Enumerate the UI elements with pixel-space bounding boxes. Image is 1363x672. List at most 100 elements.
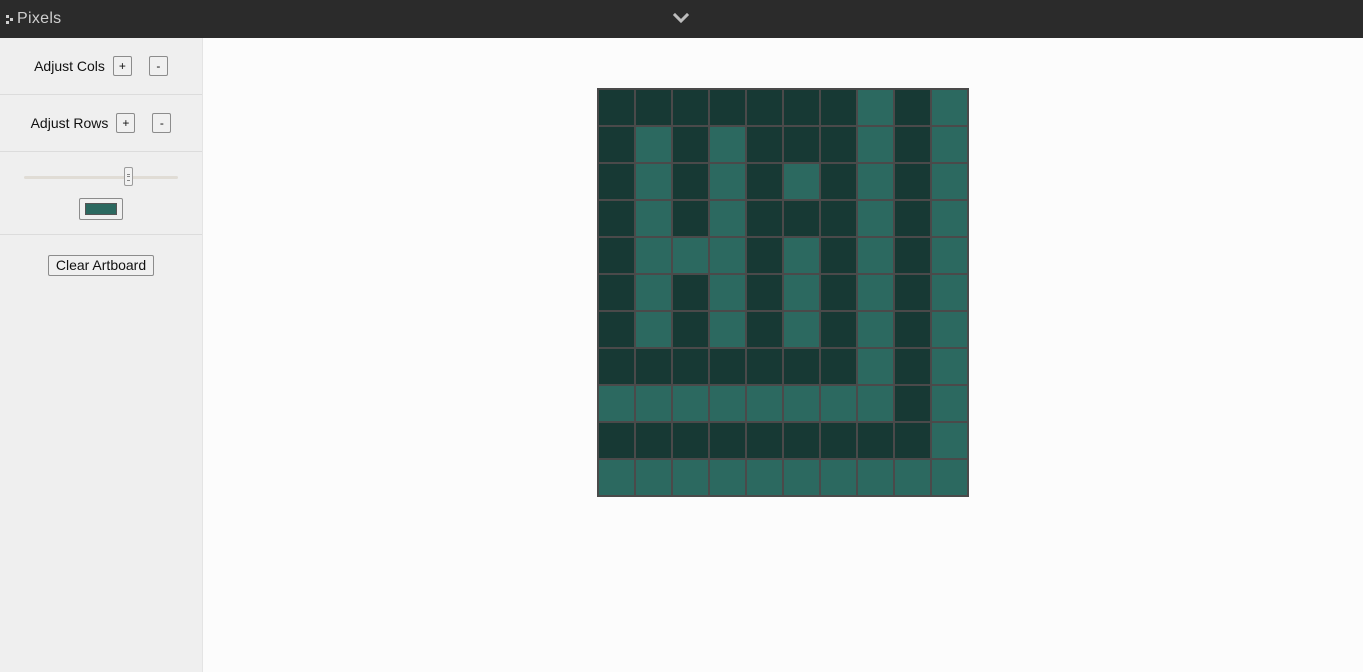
pixel-cell[interactable] — [636, 201, 671, 236]
pixel-cell[interactable] — [747, 164, 782, 199]
pixel-cell[interactable] — [895, 201, 930, 236]
pixel-cell[interactable] — [895, 386, 930, 421]
pixel-cell[interactable] — [858, 164, 893, 199]
clear-artboard-button[interactable]: Clear Artboard — [47, 254, 155, 276]
pixel-cell[interactable] — [932, 164, 967, 199]
pixel-cell[interactable] — [673, 238, 708, 273]
pixel-cell[interactable] — [599, 460, 634, 495]
pixel-cell[interactable] — [895, 238, 930, 273]
pixel-cell[interactable] — [895, 164, 930, 199]
pixel-cell[interactable] — [858, 460, 893, 495]
pixel-cell[interactable] — [858, 90, 893, 125]
pixel-cell[interactable] — [784, 127, 819, 162]
pixel-cell[interactable] — [710, 275, 745, 310]
pixel-cell[interactable] — [747, 386, 782, 421]
artboard[interactable] — [597, 88, 969, 497]
pixel-cell[interactable] — [673, 275, 708, 310]
pixel-cell[interactable] — [932, 275, 967, 310]
pixel-cell[interactable] — [710, 238, 745, 273]
pixel-cell[interactable] — [784, 238, 819, 273]
pixel-cell[interactable] — [932, 238, 967, 273]
pixel-cell[interactable] — [821, 460, 856, 495]
pixel-cell[interactable] — [784, 423, 819, 458]
pixel-cell[interactable] — [932, 349, 967, 384]
pixel-cell[interactable] — [747, 312, 782, 347]
pixel-cell[interactable] — [673, 90, 708, 125]
pixel-cell[interactable] — [599, 90, 634, 125]
pixel-cell[interactable] — [747, 275, 782, 310]
pixel-cell[interactable] — [599, 275, 634, 310]
pixel-cell[interactable] — [895, 460, 930, 495]
pixel-cell[interactable] — [784, 275, 819, 310]
pixel-cell[interactable] — [895, 127, 930, 162]
size-slider[interactable] — [24, 167, 178, 187]
pixel-cell[interactable] — [858, 423, 893, 458]
pixel-cell[interactable] — [599, 312, 634, 347]
pixel-cell[interactable] — [636, 349, 671, 384]
pixel-cell[interactable] — [599, 386, 634, 421]
pixel-cell[interactable] — [710, 164, 745, 199]
chevron-down-icon[interactable] — [672, 12, 690, 26]
pixel-cell[interactable] — [784, 386, 819, 421]
pixel-cell[interactable] — [710, 349, 745, 384]
pixel-cell[interactable] — [784, 201, 819, 236]
pixel-cell[interactable] — [747, 201, 782, 236]
pixel-cell[interactable] — [747, 349, 782, 384]
add-row-button[interactable]: + — [116, 113, 136, 133]
pixel-cell[interactable] — [673, 201, 708, 236]
pixel-cell[interactable] — [599, 349, 634, 384]
pixel-cell[interactable] — [747, 127, 782, 162]
pixel-cell[interactable] — [932, 460, 967, 495]
pixel-cell[interactable] — [932, 312, 967, 347]
pixel-cell[interactable] — [747, 423, 782, 458]
pixel-cell[interactable] — [636, 460, 671, 495]
pixel-cell[interactable] — [636, 275, 671, 310]
pixel-cell[interactable] — [821, 164, 856, 199]
pixel-cell[interactable] — [599, 238, 634, 273]
pixel-cell[interactable] — [710, 386, 745, 421]
pixel-cell[interactable] — [599, 164, 634, 199]
pixel-cell[interactable] — [895, 349, 930, 384]
pixel-cell[interactable] — [636, 164, 671, 199]
pixel-cell[interactable] — [858, 201, 893, 236]
pixel-cell[interactable] — [821, 90, 856, 125]
pixel-cell[interactable] — [784, 164, 819, 199]
add-col-button[interactable]: + — [112, 56, 132, 76]
pixel-cell[interactable] — [821, 386, 856, 421]
pixel-cell[interactable] — [710, 201, 745, 236]
pixel-cell[interactable] — [636, 90, 671, 125]
pixel-cell[interactable] — [932, 423, 967, 458]
pixel-cell[interactable] — [895, 275, 930, 310]
pixel-cell[interactable] — [747, 460, 782, 495]
pixel-cell[interactable] — [858, 275, 893, 310]
remove-col-button[interactable]: - — [148, 56, 168, 76]
pixel-cell[interactable] — [821, 275, 856, 310]
pixel-cell[interactable] — [895, 90, 930, 125]
pixel-cell[interactable] — [858, 386, 893, 421]
pixel-cell[interactable] — [895, 423, 930, 458]
pixel-cell[interactable] — [821, 238, 856, 273]
pixel-cell[interactable] — [636, 386, 671, 421]
pixel-cell[interactable] — [710, 312, 745, 347]
pixel-cell[interactable] — [673, 386, 708, 421]
pixel-cell[interactable] — [673, 423, 708, 458]
pixel-cell[interactable] — [710, 90, 745, 125]
pixel-cell[interactable] — [747, 90, 782, 125]
pixel-cell[interactable] — [673, 164, 708, 199]
pixel-cell[interactable] — [784, 90, 819, 125]
pixel-cell[interactable] — [599, 127, 634, 162]
slider-thumb[interactable] — [124, 167, 133, 186]
pixel-cell[interactable] — [821, 423, 856, 458]
pixel-cell[interactable] — [784, 349, 819, 384]
pixel-cell[interactable] — [784, 312, 819, 347]
remove-row-button[interactable]: - — [152, 113, 172, 133]
pixel-cell[interactable] — [932, 201, 967, 236]
pixel-cell[interactable] — [932, 127, 967, 162]
brand[interactable]: Pixels — [6, 9, 61, 29]
pixel-cell[interactable] — [821, 312, 856, 347]
pixel-cell[interactable] — [673, 127, 708, 162]
pixel-cell[interactable] — [673, 312, 708, 347]
pixel-cell[interactable] — [784, 460, 819, 495]
pixel-cell[interactable] — [895, 312, 930, 347]
pixel-cell[interactable] — [599, 201, 634, 236]
